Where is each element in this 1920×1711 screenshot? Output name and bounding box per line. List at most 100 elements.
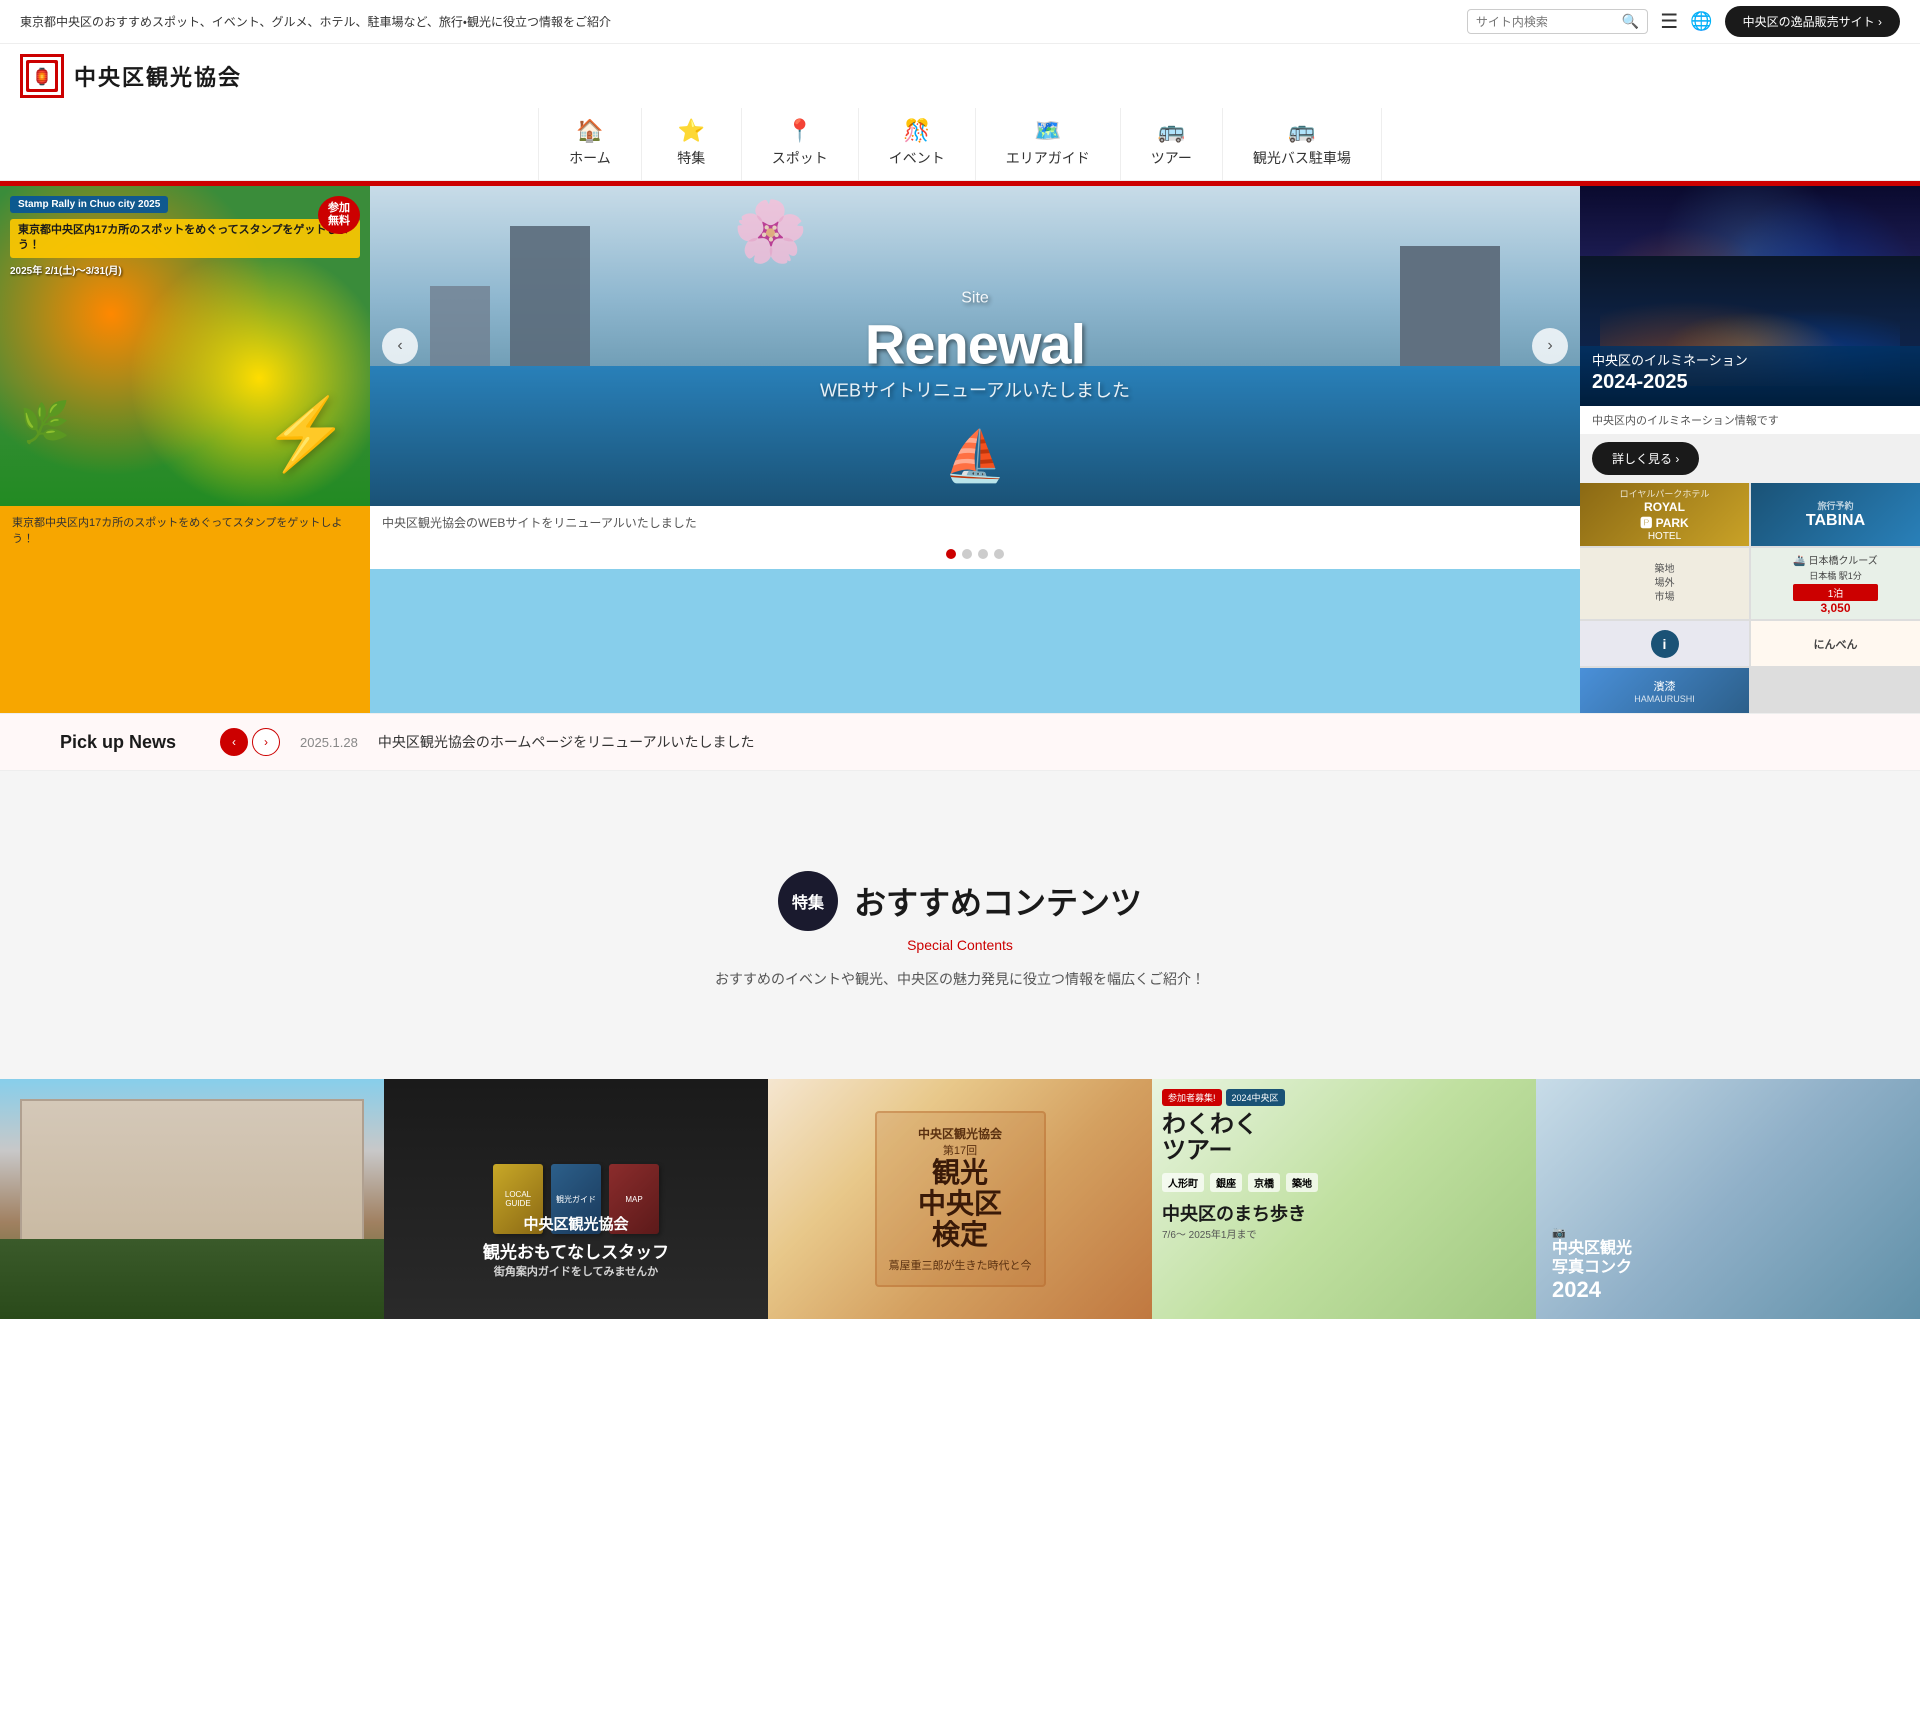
nav-item-tour[interactable]: 🚌 ツアー [1121,108,1223,180]
home-icon: 🏠 [576,118,603,144]
carousel-dot-4[interactable] [994,549,1004,559]
site-tagline: 東京都中央区のおすすめスポット、イベント、グルメ、ホテル、駐車場など、旅行・観光… [20,13,611,30]
carousel-slide: 🌸 ⛵ Site Renewal WEBサイトリニューアルいたしました ‹ › [370,186,1580,506]
tour-icon: 🚌 [1158,118,1185,144]
renewal-main-text: Renewal [820,312,1130,377]
ad-royal-park[interactable]: ロイヤルパークホテル ROYAL 🅿 PARK HOTEL [1580,483,1749,546]
photo-camera-icon: 📷 [1552,1226,1566,1239]
ground-green [0,1239,384,1319]
nav-item-area[interactable]: 🗺️ エリアガイド [976,108,1121,180]
card-photo-content: 📷 中央区観光写真コンク 2024 [1536,1079,1920,1319]
photo-title: 中央区観光写真コンク [1552,1239,1632,1277]
hero-section: Stamp Rally in Chuo city 2025 東京都中央区内17カ… [0,186,1920,713]
site-title: 中央区観光協会 [74,60,242,92]
hero-center-carousel: 🌸 ⛵ Site Renewal WEBサイトリニューアルいたしました ‹ › … [370,186,1580,713]
nav-label-spot: スポット [772,148,828,168]
stamp-title: 東京都中央区内17カ所のスポットをめぐってスタンプをゲットしよう！ [10,219,360,258]
ad-tsukiji[interactable]: 築地 場外 市場 [1580,548,1749,619]
nav-item-spot[interactable]: 📍 スポット [742,108,859,180]
illumination-more-button[interactable]: 詳しく見る [1592,442,1699,475]
section-spacer [0,771,1920,831]
pokemon-icon: 🌿 [20,399,70,446]
featured-title: おすすめコンテンツ [854,878,1142,924]
ad-nanbei[interactable]: にんべん [1751,621,1920,666]
content-card-staff[interactable]: LOCAL GUIDE 観光ガイド MAP 中央区観光協会 観光おもてなしスタッ… [384,1079,768,1319]
content-card-wakuwaku[interactable]: 参加者募集! 2024中央区 わくわくツアー 人形町 銀座 京橋 築地 中央区の… [1152,1079,1536,1319]
search-input[interactable] [1476,15,1616,29]
logo-area: 🏮 中央区観光協会 [20,54,1900,108]
kentei-edition: 第17回 [889,1142,1032,1158]
renewal-overlay: Site Renewal WEBサイトリニューアルいたしました [820,290,1130,403]
pickup-next-button[interactable]: › [252,728,280,756]
photo-year: 2024 [1552,1277,1601,1303]
bus-icon: 🚌 [1288,118,1315,144]
carousel-dot-1[interactable] [946,549,956,559]
hamburger-menu-button[interactable]: ☰ [1660,9,1678,34]
pickup-prev-button[interactable]: ‹ [220,728,248,756]
ad-info-center[interactable]: i [1580,621,1749,666]
illumination-year: 2024-2025 [1592,371,1748,394]
content-card-kentei[interactable]: 中央区観光協会 第17回 観光 中央区 検定 蔦屋重三郎が生きた時代と今 [768,1079,1152,1319]
ad-tabina[interactable]: 旅行予約 TABINA [1751,483,1920,546]
area-ningyo: 人形町 [1162,1173,1204,1192]
shop-button[interactable]: 中央区の逸品販売サイト [1725,6,1900,37]
nav-item-bus[interactable]: 🚌 観光バス駐車場 [1223,108,1382,180]
tokushu-icon: ⭐ [678,118,705,144]
card-staff-title: 中央区観光協会 [394,1213,758,1234]
pickup-news-content[interactable]: 中央区観光協会のホームページをリニューアルいたしました [378,732,755,752]
top-bar: 東京都中央区のおすすめスポット、イベント、グルメ、ホテル、駐車場など、旅行・観光… [0,0,1920,44]
nav-label-tour: ツアー [1151,148,1192,168]
illumination-label: 中央区のイルミネーション [1592,350,1748,369]
building-facade [20,1099,364,1259]
event-icon: 🎊 [903,118,930,144]
hero-left-image: Stamp Rally in Chuo city 2025 東京都中央区内17カ… [0,186,370,506]
nav-label-area: エリアガイド [1006,148,1090,168]
illumination-panel[interactable]: 中央区のイルミネーション 2024-2025 [1580,186,1920,406]
carousel-dot-3[interactable] [978,549,988,559]
kentei-kanji-2: 中央区 [889,1189,1032,1220]
nav-item-tokushu[interactable]: ⭐ 特集 [642,108,742,180]
hero-left-panel[interactable]: Stamp Rally in Chuo city 2025 東京都中央区内17カ… [0,186,370,713]
content-card-photo[interactable]: 📷 中央区観光写真コンク 2024 [1536,1079,1920,1319]
carousel-next-button[interactable]: › [1532,328,1568,364]
wakuwaku-subtitle: 中央区のまち歩き 7/6〜 2025年1月まで [1162,1200,1526,1241]
stamp-date: 2025年 2/1(土)〜3/31(月) [10,262,122,277]
card-kentei-content: 中央区観光協会 第17回 観光 中央区 検定 蔦屋重三郎が生きた時代と今 [768,1079,1152,1319]
info-circle-icon: i [1651,630,1679,658]
carousel-dots [370,539,1580,569]
area-ginza: 銀座 [1210,1173,1242,1192]
renewal-subtitle: WEBサイトリニューアルいたしました [820,377,1130,403]
nav-label-home: ホーム [569,148,611,168]
card-staff-detail: 街角案内ガイドをしてみませんか [394,1263,758,1279]
card-wakuwaku-content: 参加者募集! 2024中央区 わくわくツアー 人形町 銀座 京橋 築地 中央区の… [1152,1079,1536,1319]
featured-section: 特集 おすすめコンテンツ Special Contents おすすめのイベントや… [0,831,1920,1079]
wakuwaku-badges: 参加者募集! 2024中央区 [1162,1089,1526,1106]
pikachu-icon: ⚡ [263,394,350,476]
cherry-blossom: 🌸 [733,196,808,267]
search-box[interactable]: 🔍 [1467,9,1648,34]
content-card-building[interactable] [0,1079,384,1319]
nav-item-home[interactable]: 🏠 ホーム [538,108,642,180]
language-button[interactable]: 🌐 [1690,11,1712,32]
ad-haze[interactable]: 濱漆 HAMAURUSHI [1580,668,1749,713]
boat-icon: ⛵ [944,427,1006,486]
card-staff-text: 中央区観光協会 観光おもてなしスタッフ 街角案内ガイドをしてみませんか [384,1213,768,1279]
top-bar-right: 🔍 ☰ 🌐 中央区の逸品販売サイト [1467,6,1900,37]
kentei-kanji-3: 検定 [889,1220,1032,1251]
ad-nihon-cruise[interactable]: 🚢 日本橋クルーズ 日本橋 駅1分 1泊 3,050 [1751,548,1920,619]
search-button[interactable]: 🔍 [1622,13,1639,30]
carousel-dot-2[interactable] [962,549,972,559]
kentei-kanji-1: 観光 [889,1158,1032,1189]
carousel-prev-button[interactable]: ‹ [382,328,418,364]
stamp-badge: Stamp Rally in Chuo city 2025 [10,196,168,213]
ads-grid: ロイヤルパークホテル ROYAL 🅿 PARK HOTEL 旅行予約 TABIN… [1580,483,1920,713]
pickup-news-bar: Pick up News ‹ › 2025.1.28 中央区観光協会のホームペー… [0,713,1920,771]
main-navigation: 🏠 ホーム ⭐ 特集 📍 スポット 🎊 イベント 🗺️ エリアガイド 🚌 ツアー… [20,108,1900,180]
free-badge: 参加無料 [318,196,360,234]
logo-icon: 🏮 [20,54,64,98]
hero-left-caption: 東京都中央区内17カ所のスポットをめぐってスタンプをゲットしよう！ [0,506,370,554]
year-badge: 2024中央区 [1226,1089,1285,1106]
wakuwaku-areas: 人形町 銀座 京橋 築地 [1162,1173,1526,1192]
illumination-caption: 中央区内のイルミネーション情報です [1580,406,1920,434]
nav-item-event[interactable]: 🎊 イベント [859,108,976,180]
